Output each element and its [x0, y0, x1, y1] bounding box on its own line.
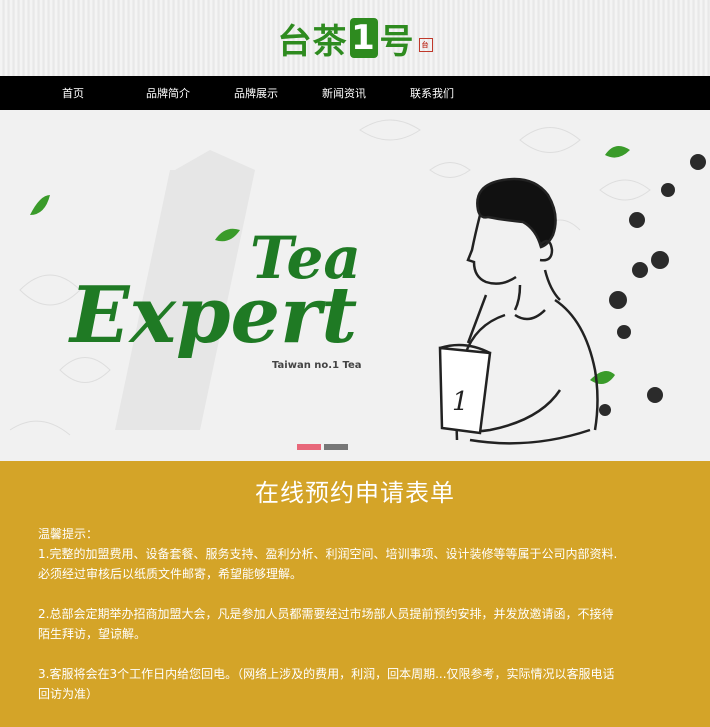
slider-dot-active[interactable]: [297, 444, 321, 450]
tip-2-line-2: 陌生拜访，望谅解。: [38, 627, 147, 641]
nav-item-home[interactable]: 首页: [62, 85, 84, 101]
tip-2-line-1: 2.总部会定期举办招商加盟大会，凡是参加人员都需要经过市场部人员提前预约安排，并…: [38, 607, 614, 621]
logo-text-part2: 号: [379, 21, 415, 62]
nav-item-contact[interactable]: 联系我们: [410, 85, 454, 101]
nav-item-brand-intro[interactable]: 品牌简介: [146, 85, 190, 101]
tip-3-line-1: 3.客服将会在3个工作日内给您回电。（网络上涉及的费用，利润，回本周期...仅限…: [38, 667, 615, 681]
cup-number: 1: [452, 387, 469, 417]
logo-seal-icon: 台: [418, 38, 433, 52]
nav-item-brand-showcase[interactable]: 品牌展示: [234, 85, 278, 101]
tip-1-line-1: 1.完整的加盟费用、设备套餐、服务支持、盈利分析、利润空间、培训事项、设计装修等…: [38, 547, 618, 561]
logo-text-part1: 台茶: [277, 21, 348, 62]
slider-dot[interactable]: [324, 444, 348, 450]
main-nav: 首页 品牌简介 品牌展示 新闻资讯 联系我们: [0, 76, 710, 110]
tips-block: 温馨提示： 1.完整的加盟费用、设备套餐、服务支持、盈利分析、利润空间、培训事项…: [0, 524, 710, 704]
application-form-section: 在线预约申请表单 温馨提示： 1.完整的加盟费用、设备套餐、服务支持、盈利分析、…: [0, 461, 710, 727]
tips-heading: 温馨提示：: [38, 527, 99, 541]
site-header: 台茶 1 号 台: [0, 0, 710, 76]
logo-number-badge: 1: [349, 18, 378, 58]
boba-pearls: [599, 154, 706, 416]
tip-1-line-2: 必须经过审核后以纸质文件邮寄，希望能够理解。: [38, 567, 303, 581]
hero-illustration: Tea Expert Taiwan no.1 Tea 1: [9, 119, 706, 450]
headline-expert: Expert: [68, 270, 357, 361]
tagline: Taiwan no.1 Tea: [272, 360, 362, 371]
form-title: 在线预约申请表单: [255, 479, 455, 507]
tip-3-line-2: 回访为准）: [38, 687, 99, 701]
nav-item-news[interactable]: 新闻资讯: [322, 85, 366, 101]
brand-logo[interactable]: 台茶 1 号 台: [278, 14, 433, 63]
hero-banner[interactable]: Tea Expert Taiwan no.1 Tea 1: [0, 110, 710, 461]
